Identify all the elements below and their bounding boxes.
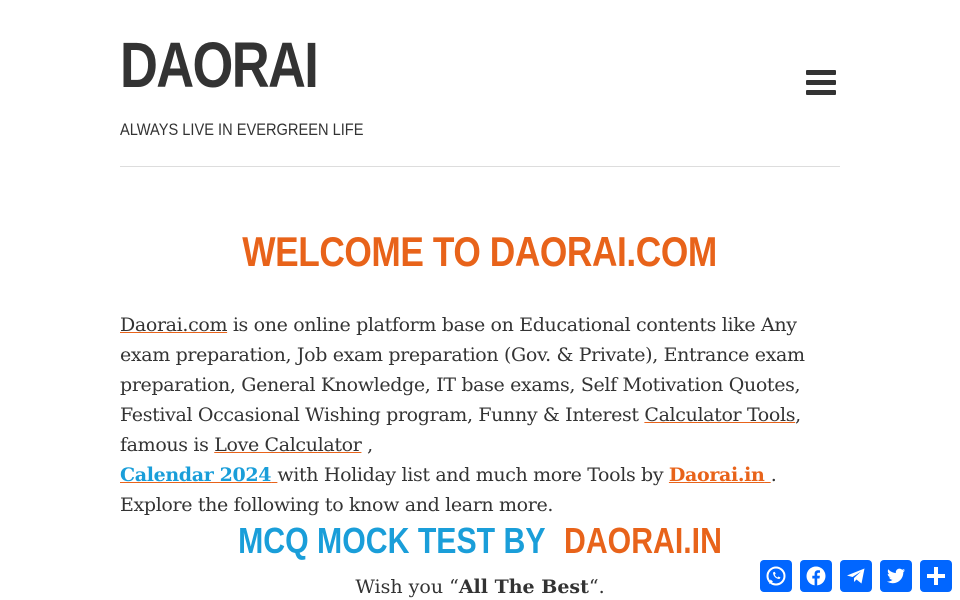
intro-text-3: , — [361, 434, 373, 456]
wish-bold: All The Best — [458, 576, 589, 598]
site-title-link[interactable]: DAORAI — [120, 28, 319, 102]
daorai-in-link[interactable]: Daorai.in — [669, 464, 771, 486]
wish-prefix: Wish you “ — [355, 576, 459, 598]
love-calculator-link[interactable]: Love Calculator — [214, 434, 362, 456]
calendar-link-label: Calendar 2024 — [120, 464, 272, 486]
intro-paragraph: Daorai.com is one online platform base o… — [120, 310, 845, 520]
facebook-share-button[interactable] — [800, 560, 832, 592]
site-header: DAORAI ALWAYS LIVE IN EVERGREEN LIFE — [120, 0, 840, 167]
facebook-icon — [806, 566, 826, 586]
whatsapp-share-button[interactable] — [760, 560, 792, 592]
daorai-com-link[interactable]: Daorai.com — [120, 314, 227, 336]
daorai-in-link-label: Daorai.in — [668, 464, 765, 486]
intro-text-4: with Holiday list and much more Tools by — [277, 464, 669, 486]
share-icon — [927, 567, 945, 585]
site-tagline: ALWAYS LIVE IN EVERGREEN LIFE — [120, 120, 364, 139]
wish-suffix: “. — [588, 576, 605, 598]
share-bar — [760, 560, 952, 592]
mcq-heading: MCQ MOCK TEST BY DAORAI.IN — [0, 520, 960, 562]
mcq-heading-part2: DAORAI.IN — [564, 520, 722, 561]
calculator-tools-link[interactable]: Calculator Tools — [644, 404, 795, 426]
twitter-icon — [887, 568, 905, 584]
hamburger-icon[interactable] — [806, 70, 836, 98]
welcome-heading: WELCOME TO DAORAI.COM — [0, 228, 960, 276]
whatsapp-icon — [766, 566, 786, 586]
welcome-heading-text: WELCOME TO DAORAI.COM — [242, 228, 718, 275]
telegram-share-button[interactable] — [840, 560, 872, 592]
mcq-heading-part1: MCQ MOCK TEST BY — [238, 520, 546, 561]
twitter-share-button[interactable] — [880, 560, 912, 592]
share-button[interactable] — [920, 560, 952, 592]
calendar-link[interactable]: Calendar 2024 — [120, 464, 277, 486]
telegram-icon — [847, 568, 865, 584]
